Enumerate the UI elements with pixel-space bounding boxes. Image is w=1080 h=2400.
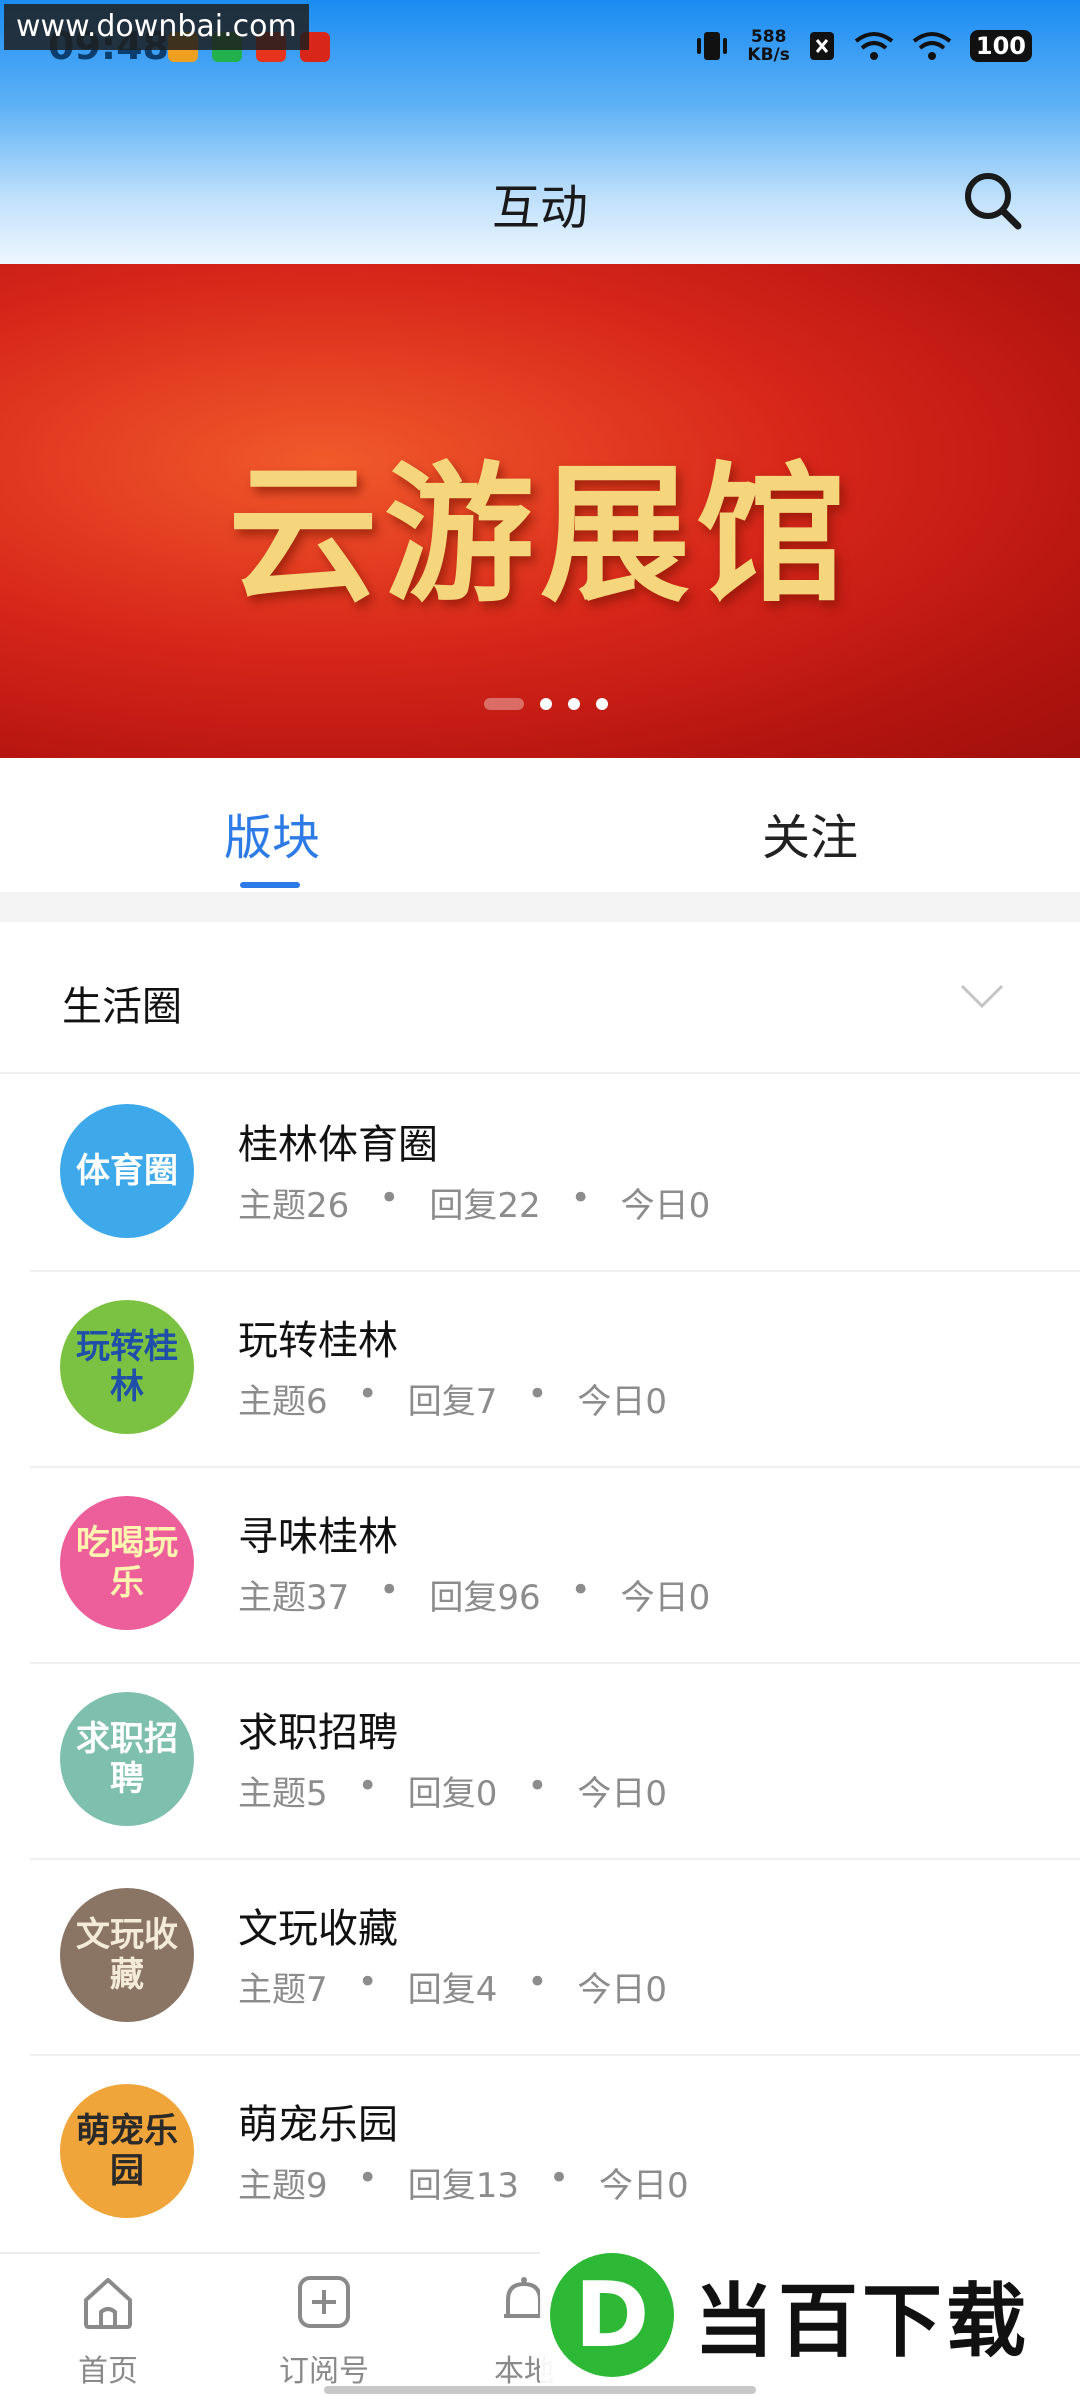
forum-name: 萌宠乐园: [238, 2102, 398, 2148]
stat-separator: •: [527, 1766, 548, 1806]
battery-indicator: 100: [969, 30, 1032, 62]
forum-item[interactable]: 吃喝玩乐 寻味桂林 主题37 • 回复96 • 今日0: [0, 1466, 1080, 1662]
pagination-dot: [540, 698, 552, 710]
topic-count: 主题37: [238, 1578, 350, 1618]
pagination-dot: [484, 698, 524, 710]
stat-separator: •: [379, 1570, 400, 1610]
home-indicator[interactable]: [324, 2386, 756, 2394]
forum-item[interactable]: 萌宠乐园 萌宠乐园 主题9 • 回复13 • 今日0: [0, 2054, 1080, 2250]
today-count: 今日0: [577, 1382, 668, 1422]
tab-boards[interactable]: 版块: [224, 798, 320, 868]
forum-avatar: 文玩收藏: [60, 1888, 194, 2022]
forum-stats: 主题9 • 回复13 • 今日0: [238, 2158, 689, 2207]
nav-label: 首页: [78, 2354, 138, 2389]
nav-label: 订阅号: [279, 2354, 369, 2389]
nav-home[interactable]: 首页: [18, 2272, 198, 2390]
forum-stats: 主题5 • 回复0 • 今日0: [238, 1766, 667, 1815]
forum-item[interactable]: 文玩收藏 文玩收藏 主题7 • 回复4 • 今日0: [0, 1858, 1080, 2054]
forum-name: 文玩收藏: [238, 1906, 398, 1952]
stat-separator: •: [357, 2158, 378, 2198]
reply-count: 回复0: [407, 1774, 498, 1814]
page-title: 互动: [491, 180, 588, 236]
section-header[interactable]: 生活圈: [0, 922, 1080, 1074]
forum-stats: 主题6 • 回复7 • 今日0: [238, 1374, 667, 1423]
promo-banner[interactable]: 云游展馆: [0, 264, 1080, 758]
forum-avatar: 体育圈: [60, 1104, 194, 1238]
forum-name: 玩转桂林: [238, 1318, 398, 1364]
subscribe-plus-icon: [298, 2276, 350, 2328]
reply-count: 回复96: [429, 1578, 541, 1618]
forum-avatar: 吃喝玩乐: [60, 1496, 194, 1630]
sim-off-icon: [809, 32, 834, 60]
forum-stats: 主题7 • 回复4 • 今日0: [238, 1962, 667, 2011]
section-title: 生活圈: [62, 984, 182, 1030]
stat-separator: •: [357, 1374, 378, 1414]
brand-watermark: D 当百下载: [540, 2240, 1080, 2390]
stat-separator: •: [379, 1178, 400, 1218]
stat-separator: •: [357, 1766, 378, 1806]
topic-count: 主题9: [238, 2166, 328, 2206]
banner-title: 云游展馆: [227, 447, 852, 623]
topic-count: 主题26: [238, 1186, 350, 1226]
topic-count: 主题7: [238, 1970, 328, 2010]
avatar-text: 玩转桂林: [76, 1327, 178, 1407]
net-speed: 588 KB/s: [747, 28, 789, 64]
stat-separator: •: [548, 2158, 570, 2198]
tab-following[interactable]: 关注: [762, 798, 858, 868]
avatar-text: 萌宠乐园: [76, 2111, 178, 2191]
banner-pagination: [484, 698, 608, 710]
today-count: 今日0: [620, 1186, 711, 1226]
reply-count: 回复22: [429, 1186, 541, 1226]
reply-count: 回复7: [407, 1382, 498, 1422]
today-count: 今日0: [577, 1774, 668, 1814]
forum-stats: 主题26 • 回复22 • 今日0: [238, 1178, 710, 1227]
forum-item[interactable]: 体育圈 桂林体育圈 主题26 • 回复22 • 今日0: [0, 1074, 1080, 1270]
today-count: 今日0: [620, 1578, 711, 1618]
net-speed-unit: KB/s: [747, 45, 790, 65]
site-watermark: www.downbai.com: [4, 4, 309, 50]
stat-separator: •: [357, 1962, 378, 2002]
pagination-dot: [568, 698, 580, 710]
stat-separator: •: [527, 1962, 548, 2002]
avatar-text: 文玩收藏: [76, 1915, 178, 1995]
forum-item[interactable]: 玩转桂林 玩转桂林 主题6 • 回复7 • 今日0: [0, 1270, 1080, 1466]
pagination-dot: [596, 698, 608, 710]
forum-avatar: 玩转桂林: [60, 1300, 194, 1434]
tab-bar: 版块 关注: [0, 758, 1080, 892]
forum-list: 体育圈 桂林体育圈 主题26 • 回复22 • 今日0 玩转桂林 玩转桂林 主题…: [0, 1074, 1080, 2250]
wifi-icon: [912, 32, 952, 60]
status-indicators: 588 KB/s 100: [695, 28, 1032, 64]
active-tab-indicator: [240, 882, 300, 888]
home-icon: [84, 2278, 132, 2329]
avatar-text: 吃喝玩乐: [76, 1523, 178, 1603]
net-speed-value: 588: [750, 27, 787, 47]
forum-avatar: 求职招聘: [60, 1692, 194, 1826]
reply-count: 回复13: [407, 2166, 519, 2206]
forum-name: 寻味桂林: [238, 1514, 398, 1560]
chevron-down-icon[interactable]: [958, 976, 1006, 1016]
avatar-text: 体育圈: [76, 1151, 178, 1191]
wifi-plus-icon: [854, 32, 894, 60]
forum-name: 求职招聘: [238, 1710, 398, 1756]
forum-avatar: 萌宠乐园: [60, 2084, 194, 2218]
stat-separator: •: [570, 1178, 591, 1218]
brand-watermark-text: 当百下载: [694, 2275, 1030, 2368]
header: 09:48 588 KB/s 100 www.: [0, 0, 1080, 264]
vibrate-icon: [697, 32, 728, 60]
brand-logo-mark: D: [550, 2253, 674, 2377]
avatar-text: 求职招聘: [76, 1719, 178, 1799]
nav-subscriptions[interactable]: 订阅号: [234, 2272, 414, 2390]
forum-name: 桂林体育圈: [238, 1122, 438, 1168]
stat-separator: •: [570, 1570, 591, 1610]
topic-count: 主题5: [238, 1774, 328, 1814]
forum-stats: 主题37 • 回复96 • 今日0: [238, 1570, 710, 1619]
reply-count: 回复4: [407, 1970, 498, 2010]
forum-item[interactable]: 求职招聘 求职招聘 主题5 • 回复0 • 今日0: [0, 1662, 1080, 1858]
search-icon[interactable]: [958, 166, 1028, 236]
today-count: 今日0: [577, 1970, 668, 2010]
divider: [0, 892, 1080, 922]
stat-separator: •: [527, 1374, 548, 1414]
topic-count: 主题6: [238, 1382, 328, 1422]
today-count: 今日0: [599, 2166, 689, 2206]
